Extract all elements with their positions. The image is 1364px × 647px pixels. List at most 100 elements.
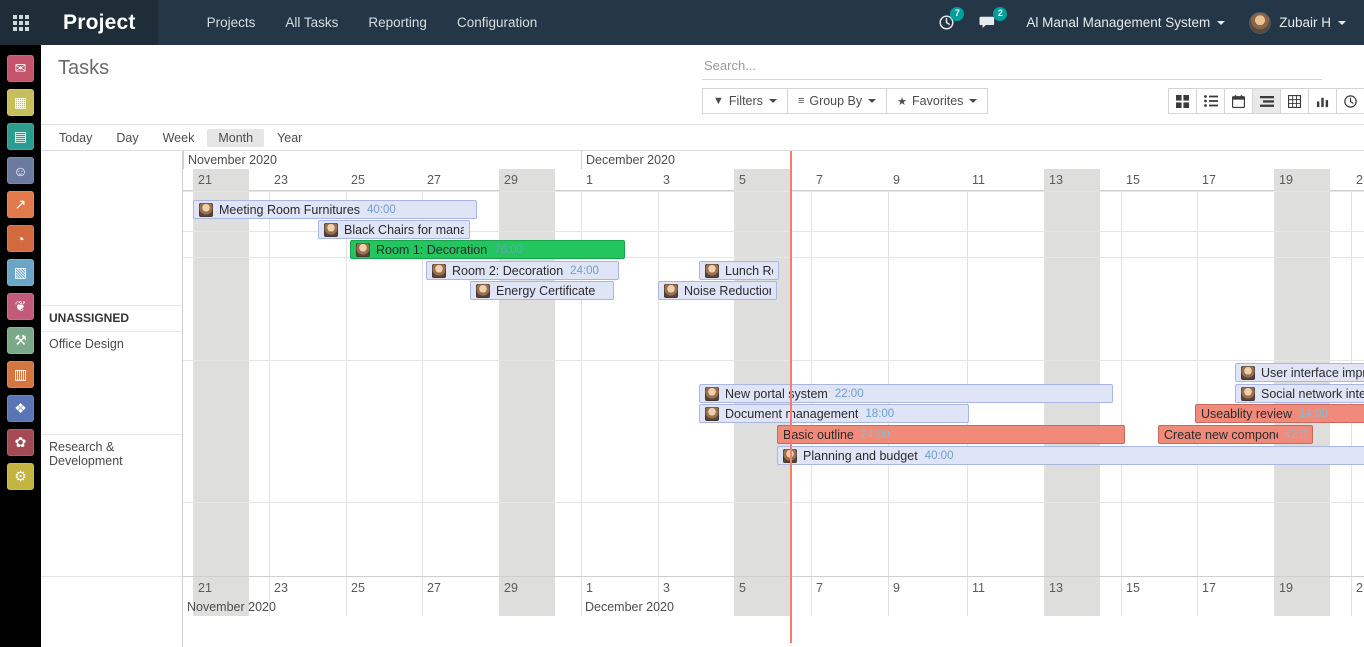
- view-gantt-button[interactable]: [1252, 88, 1281, 114]
- gantt-task-bar[interactable]: Useablity review14:00: [1195, 404, 1364, 423]
- search-box: [702, 57, 1322, 80]
- view-activity-button[interactable]: [1336, 88, 1364, 114]
- task-name: Room 2: Decoration: [452, 264, 563, 278]
- repairs-app-icon[interactable]: ⚒: [7, 327, 34, 354]
- menu-item-configuration[interactable]: Configuration: [442, 0, 552, 45]
- favorites-button[interactable]: ★ Favorites: [886, 88, 988, 114]
- task-name: Useablity review: [1201, 407, 1292, 421]
- invoicing-app-icon[interactable]: ▧: [7, 259, 34, 286]
- gantt-column-divider: [346, 191, 347, 616]
- calendar-icon: [1232, 95, 1245, 108]
- gantt-task-bar[interactable]: Energy Certificate: [470, 281, 614, 300]
- top-navbar: Project Projects All Tasks Reporting Con…: [0, 0, 1364, 45]
- gantt-month-label: November 2020: [183, 151, 581, 169]
- gantt-bottom-month-header: November 2020December 2020: [183, 598, 1364, 616]
- view-list-button[interactable]: [1196, 88, 1225, 114]
- gantt-bottom-day-label: 9: [888, 577, 944, 599]
- gantt-day-label: 3: [658, 169, 714, 191]
- task-assignee-avatar: [705, 264, 719, 278]
- row-label-footer-spacer: [41, 576, 182, 607]
- settings-app-icon[interactable]: ⚙: [7, 463, 34, 490]
- calendar-app-icon[interactable]: ▦: [7, 89, 34, 116]
- gantt-bottom-day-label: 21: [1351, 577, 1364, 599]
- gantt-scale-month[interactable]: Month: [207, 129, 264, 147]
- menu-item-all-tasks[interactable]: All Tasks: [270, 0, 353, 45]
- gantt-task-bar[interactable]: Room 2: Decoration24:00: [426, 261, 619, 280]
- activities-button[interactable]: 7: [926, 0, 967, 45]
- task-name: Planning and budget: [803, 449, 918, 463]
- gantt-body: Meeting Room Furnitures40:00 Black Chairs…: [183, 191, 1364, 616]
- gantt-bottom-day-label: 23: [269, 577, 325, 599]
- apps-menu-button[interactable]: [0, 0, 41, 45]
- company-switcher[interactable]: Al Manal Management System: [1010, 0, 1237, 45]
- gantt-bottom-day-label: 17: [1197, 577, 1253, 599]
- app-sidebar: ✉ ▦ ▤ ☺ ↗ ◔ ▧ ❦ ⚒ ▥ ❖ ✿ ⚙: [0, 45, 41, 647]
- gantt-row-divider: [183, 360, 1364, 361]
- user-menu[interactable]: Zubair H: [1237, 0, 1352, 45]
- purchase-app-icon[interactable]: ❦: [7, 293, 34, 320]
- crm-app-icon[interactable]: ☺: [7, 157, 34, 184]
- gantt-task-bar[interactable]: Create new components42:0: [1158, 425, 1313, 444]
- view-switcher: [1168, 88, 1364, 114]
- gantt-scale-day[interactable]: Day: [105, 129, 149, 147]
- gantt-task-bar[interactable]: Noise Reduction: [658, 281, 777, 300]
- gantt-task-bar[interactable]: Room 1: Decoration76:00: [350, 240, 625, 259]
- menu-item-reporting[interactable]: Reporting: [353, 0, 442, 45]
- gantt-row-research-development[interactable]: Research & Development: [41, 434, 182, 576]
- menu-item-projects[interactable]: Projects: [192, 0, 271, 45]
- gantt-day-label: 13: [1044, 169, 1100, 191]
- search-input[interactable]: [702, 57, 1322, 74]
- gantt-scale-year[interactable]: Year: [266, 129, 313, 147]
- gantt-task-bar[interactable]: Lunch Roo: [699, 261, 779, 280]
- gantt-group-unassigned[interactable]: UNASSIGNED: [41, 305, 182, 331]
- gantt-task-bar[interactable]: Meeting Room Furnitures40:00: [193, 200, 477, 219]
- gantt-day-label: 1: [581, 169, 637, 191]
- brand-title[interactable]: Project: [41, 0, 158, 45]
- task-name: Noise Reduction: [684, 284, 771, 298]
- marketing-app-icon[interactable]: ✿: [7, 429, 34, 456]
- gantt-scale-week[interactable]: Week: [152, 129, 206, 147]
- gantt-task-bar[interactable]: Social network integration3: [1235, 384, 1364, 403]
- website-app-icon[interactable]: ◔: [7, 225, 34, 252]
- discuss-app-icon[interactable]: ✉: [7, 55, 34, 82]
- task-assignee-avatar: [705, 407, 719, 421]
- view-graph-button[interactable]: [1308, 88, 1337, 114]
- gantt-bottom-day-label: 21: [193, 577, 249, 599]
- filters-button[interactable]: ▼ Filters: [702, 88, 788, 114]
- contacts-app-icon[interactable]: ▤: [7, 123, 34, 150]
- control-panel: Tasks ▼ Filters ≡ Group By ★ Favorites: [41, 45, 1364, 125]
- gantt-column-divider: [658, 191, 659, 616]
- gantt-row-office-design[interactable]: Office Design: [41, 331, 182, 434]
- view-kanban-button[interactable]: [1168, 88, 1197, 114]
- gantt-task-bar[interactable]: Planning and budget40:00: [777, 446, 1364, 465]
- star-icon: ★: [897, 95, 907, 108]
- apps-app-icon[interactable]: ❖: [7, 395, 34, 422]
- view-calendar-button[interactable]: [1224, 88, 1253, 114]
- messages-button[interactable]: 2: [967, 0, 1010, 45]
- documents-app-icon[interactable]: ▥: [7, 361, 34, 388]
- page-title: Tasks: [58, 57, 109, 80]
- group-by-button[interactable]: ≡ Group By: [787, 88, 887, 114]
- gantt-task-bar[interactable]: Basic outline24:00: [777, 425, 1125, 444]
- group-by-label: Group By: [809, 94, 862, 108]
- gantt-day-label: 9: [888, 169, 944, 191]
- gantt-bottom-day-label: 29: [499, 577, 555, 599]
- gantt-task-bar[interactable]: Document management18:00: [699, 404, 969, 423]
- task-assignee-avatar: [664, 284, 678, 298]
- task-hours: 24:00: [861, 429, 890, 441]
- gantt-day-label: 19: [1274, 169, 1330, 191]
- gantt-task-bar[interactable]: User interface improvement: [1235, 363, 1364, 382]
- filters-label: Filters: [729, 94, 763, 108]
- gantt-task-bar[interactable]: New portal system22:00: [699, 384, 1113, 403]
- gantt-day-label: 23: [269, 169, 325, 191]
- gantt-bottom-day-label: 7: [811, 577, 867, 599]
- gantt-bottom-day-header: 212325272913579111315171921: [183, 576, 1364, 598]
- task-name: Black Chairs for manage: [344, 223, 464, 237]
- gantt-bottom-day-label: 13: [1044, 577, 1100, 599]
- view-pivot-button[interactable]: [1280, 88, 1309, 114]
- gantt-timeline: November 2020December 2020 2123252729135…: [183, 151, 1364, 647]
- sales-app-icon[interactable]: ↗: [7, 191, 34, 218]
- gantt-scale-today[interactable]: Today: [48, 129, 103, 147]
- gantt-task-bar[interactable]: Black Chairs for manage: [318, 220, 470, 239]
- gantt-icon: [1260, 96, 1274, 107]
